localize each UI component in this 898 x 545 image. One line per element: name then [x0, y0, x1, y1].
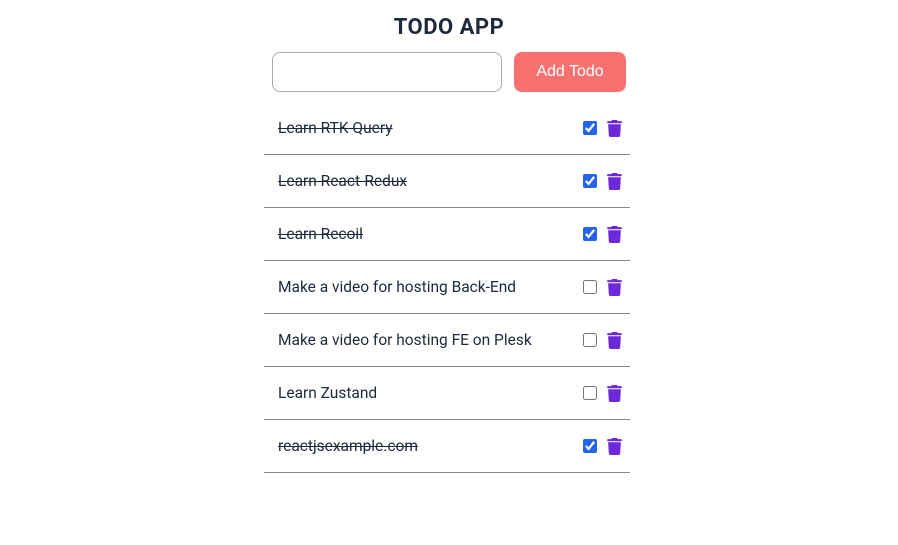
todo-controls: [583, 226, 622, 243]
todo-controls: [583, 438, 622, 455]
todo-controls: [583, 385, 622, 402]
todo-list[interactable]: Learn RTK Query Learn React-Redux Learn Re…: [264, 102, 634, 502]
todo-text: Make a video for hosting FE on Plesk: [278, 331, 583, 349]
todo-item: Make a video for hosting FE on Plesk: [264, 314, 630, 367]
todo-item: Learn RTK Query: [264, 102, 630, 155]
add-todo-button[interactable]: Add Todo: [514, 52, 626, 92]
trash-icon[interactable]: [607, 332, 622, 349]
todo-checkbox[interactable]: [583, 174, 597, 188]
todo-text: Learn RTK Query: [278, 119, 583, 137]
todo-text: Learn Zustand: [278, 384, 583, 402]
todo-checkbox[interactable]: [583, 333, 597, 347]
todo-app: TODO APP Add Todo Learn RTK QueryLearn R…: [264, 15, 634, 502]
todo-controls: [583, 120, 622, 137]
trash-icon[interactable]: [607, 279, 622, 296]
todo-item: reactjsexample.com: [264, 420, 630, 473]
todo-checkbox[interactable]: [583, 121, 597, 135]
todo-checkbox[interactable]: [583, 386, 597, 400]
page-title: TODO APP: [264, 15, 634, 40]
todo-controls: [583, 332, 622, 349]
todo-checkbox[interactable]: [583, 280, 597, 294]
trash-icon[interactable]: [607, 438, 622, 455]
todo-text: reactjsexample.com: [278, 437, 583, 455]
todo-controls: [583, 173, 622, 190]
todo-item: Make a video for hosting Back-End: [264, 261, 630, 314]
todo-text: Make a video for hosting Back-End: [278, 278, 583, 296]
todo-controls: [583, 279, 622, 296]
todo-checkbox[interactable]: [583, 439, 597, 453]
todo-item: Learn React-Redux: [264, 155, 630, 208]
todo-item: Learn Zustand: [264, 367, 630, 420]
trash-icon[interactable]: [607, 226, 622, 243]
trash-icon[interactable]: [607, 173, 622, 190]
todo-input[interactable]: [272, 52, 502, 92]
trash-icon[interactable]: [607, 120, 622, 137]
add-todo-row: Add Todo: [264, 52, 634, 92]
todo-item: Learn Recoil: [264, 208, 630, 261]
trash-icon[interactable]: [607, 385, 622, 402]
todo-text: Learn React-Redux: [278, 172, 583, 190]
todo-text: Learn Recoil: [278, 225, 583, 243]
todo-checkbox[interactable]: [583, 227, 597, 241]
